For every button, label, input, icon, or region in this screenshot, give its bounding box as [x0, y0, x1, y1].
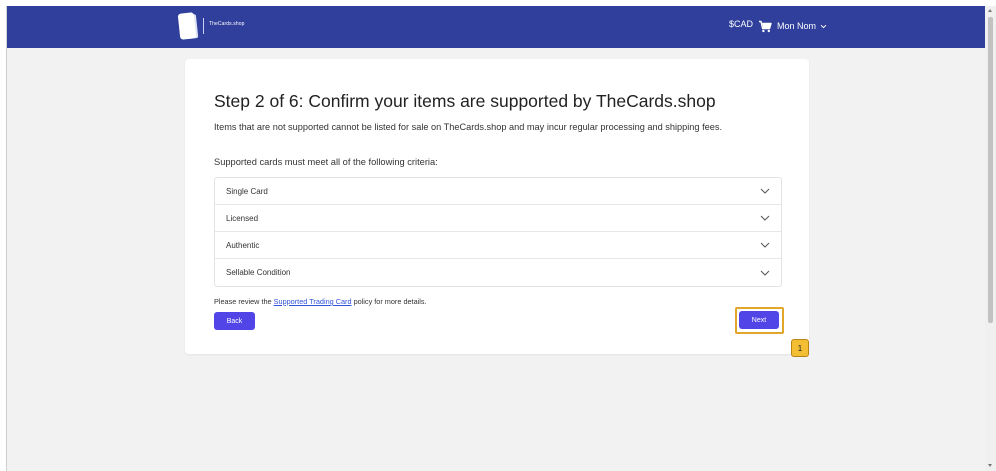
cart-icon[interactable]: [758, 20, 772, 33]
logo-divider: [203, 18, 204, 34]
chevron-down-icon: [760, 188, 770, 194]
next-button[interactable]: Next: [739, 311, 779, 329]
user-menu[interactable]: Mon Nom: [777, 21, 827, 31]
policy-suffix: policy for more details.: [353, 297, 427, 306]
accordion-item-single-card[interactable]: Single Card: [215, 178, 781, 205]
accordion-label: Single Card: [226, 186, 268, 196]
step-card: Step 2 of 6: Confirm your items are supp…: [185, 59, 809, 357]
accordion-label: Licensed: [226, 213, 259, 223]
chevron-down-icon: [760, 215, 770, 221]
site-header: TheCards.shop $CAD Mon Nom: [7, 6, 985, 48]
scroll-down-arrow-icon[interactable]: [988, 464, 992, 467]
annotation-marker: 1: [791, 339, 809, 357]
step-description: Items that are not supported cannot be l…: [214, 122, 722, 132]
policy-prefix: Please review the: [214, 297, 272, 306]
currency-selector[interactable]: $CAD: [729, 19, 753, 29]
chevron-down-icon: [760, 242, 770, 248]
cards-logo-icon[interactable]: [177, 12, 197, 40]
back-button[interactable]: Back: [214, 312, 255, 330]
scroll-thumb[interactable]: [988, 17, 993, 323]
accordion-label: Sellable Condition: [226, 268, 291, 277]
accordion-item-sellable-condition[interactable]: Sellable Condition: [215, 259, 781, 286]
chevron-down-icon: [760, 270, 770, 276]
accordion-item-licensed[interactable]: Licensed: [215, 205, 781, 232]
supported-trading-card-link[interactable]: Supported Trading Card: [274, 297, 352, 306]
browser-viewport: TheCards.shop $CAD Mon Nom Step 2 of 6: …: [6, 6, 986, 471]
policy-note: Please review the Supported Trading Card…: [214, 297, 427, 306]
logo-text[interactable]: TheCards.shop: [209, 21, 245, 27]
criteria-accordion: Single Card Licensed Authentic Sellable …: [214, 177, 782, 287]
vertical-scrollbar[interactable]: [985, 6, 996, 471]
criteria-intro: Supported cards must meet all of the fol…: [214, 157, 438, 167]
chevron-down-icon: [820, 24, 827, 28]
page-title: Step 2 of 6: Confirm your items are supp…: [214, 91, 716, 111]
scroll-up-arrow-icon[interactable]: [988, 9, 992, 12]
accordion-label: Authentic: [226, 240, 260, 250]
accordion-item-authentic[interactable]: Authentic: [215, 232, 781, 259]
user-name: Mon Nom: [777, 21, 817, 31]
